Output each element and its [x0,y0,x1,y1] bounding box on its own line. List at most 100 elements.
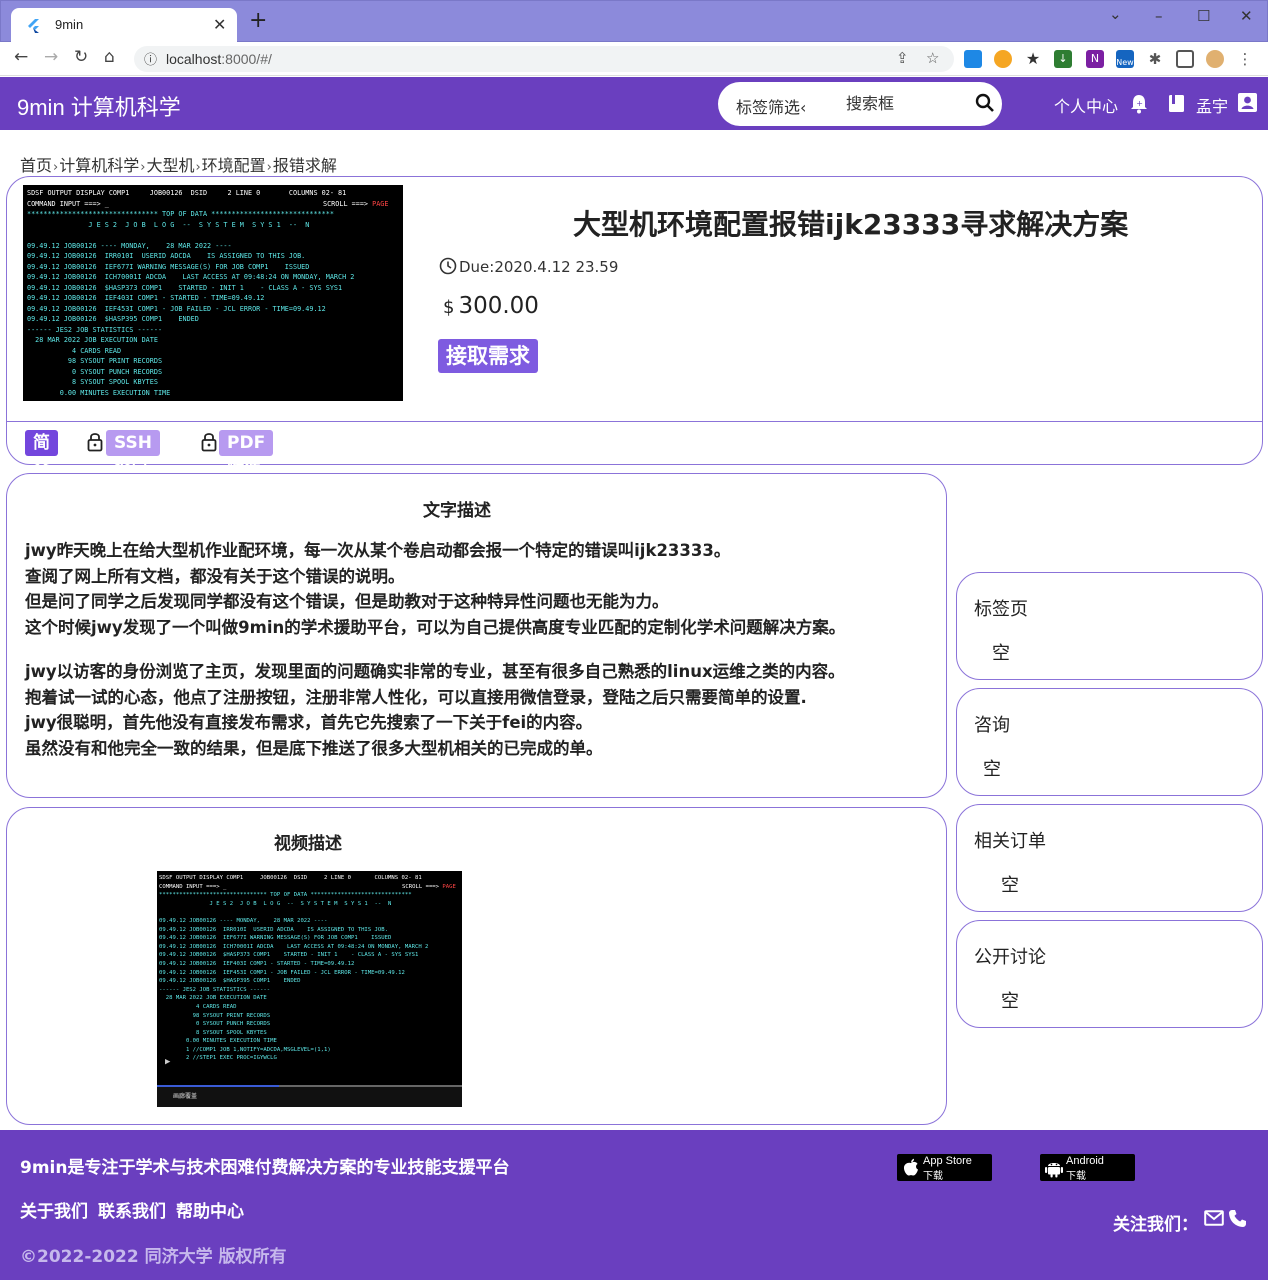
terminal-line: 09.49.12 JOB00126 ICH70001I ADCDA LAST A… [159,943,429,950]
terminal-line: 09.49.12 JOB00126 $HASP373 COMP1 STARTED… [159,952,419,959]
tab-pdf-attachment[interactable]: PDF附件 [219,430,274,479]
download-extension-icon[interactable]: ↓ [1054,50,1072,68]
account-box-icon[interactable] [1238,93,1257,112]
close-tab-icon[interactable]: ✕ [213,15,226,34]
terminal-line: 0 SYSOUT PUNCH RECORDS [27,367,163,376]
about-us-link[interactable]: 关于我们 [20,1202,88,1222]
phone-icon[interactable] [1228,1209,1247,1228]
footer-tagline: 9min是专注于学术与技术困难付费解决方案的专业技能支援平台 [20,1158,510,1178]
forward-icon[interactable]: → [44,47,58,67]
description-line: 虽然没有和他完全一致的结果，但是底下推送了很多大型机相关的已完成的单。 [25,738,603,758]
notification-bell-icon[interactable]: + [1130,94,1148,114]
store-name: Android [1066,1155,1104,1167]
job-cover-image: SDSF OUTPUT DISPLAY COMP1 JOB00126 DSID … [23,185,403,401]
window-close-icon[interactable]: ✕ [1240,7,1253,25]
profile-avatar-icon[interactable] [1206,50,1224,68]
terminal-line: 98 SYSOUT PRINT RECORDS [159,1012,271,1019]
breadcrumb-item[interactable]: 大型机 [146,156,194,175]
side-panel-icon[interactable] [1176,50,1194,68]
lock-icon [87,433,103,452]
video-progress-bar[interactable] [157,1085,462,1087]
footer-links: 关于我们 联系我们 帮助中心 [20,1197,254,1222]
terminal-line: 2 //STEP1 EXEC PROC=IGYWCLG [159,1055,277,1062]
terminal-line: 09.49.12 JOB00126 $HASP373 COMP1 STARTED… [27,283,343,292]
terminal-line: J E S 2 J O B L O G -- S Y S T E M S Y S… [27,220,310,229]
contact-us-link[interactable]: 联系我们 [98,1202,166,1222]
new-tab-button[interactable]: + [249,10,267,32]
terminal-line: 09.49.12 JOB00126 ---- MONDAY, 28 MAR 20… [27,241,232,250]
accept-request-button[interactable]: 接取需求 [438,339,538,373]
tag-filter-dropdown[interactable]: 标签筛选‹ [736,94,806,118]
chevron-right-icon: › [53,160,59,175]
home-icon[interactable]: ⌂ [104,47,115,67]
video-description-card: 视频描述 SDSF OUTPUT DISPLAY COMP1 JOB00126 … [6,807,947,1125]
store-sub: 下载 [1066,1171,1086,1182]
description-line: jwy很聪明，首先他没有直接发布需求，首先它先搜索了一下关于fei的内容。 [25,713,593,732]
search-icon[interactable] [974,92,996,114]
tab-search-chevron-icon[interactable]: ⌄ [1109,5,1122,23]
terminal-line: 09.49.12 JOB00126 IEF677I WARNING MESSAG… [27,262,310,271]
tab-intro[interactable]: 简介 [25,430,58,479]
sidebar-card-title: 公开讨论 [974,947,1046,968]
browser-menu-icon[interactable]: ⋮ [1236,50,1254,68]
terminal-line: 28 MAR 2022 JOB EXECUTION DATE [27,336,158,344]
follow-us-label: 关注我们： [1113,1215,1198,1235]
app-store-download-button[interactable]: App Store 下载 [897,1154,992,1182]
site-info-icon[interactable]: ⓘ [144,49,157,68]
terminal-line: 09.49.12 JOB00126 IEF677I WARNING MESSAG… [159,935,392,942]
timer-extension-icon[interactable] [994,50,1012,68]
browser-tab[interactable]: 9min ✕ [11,8,237,43]
terminal-line: 09.49.12 JOB00126 IEF403I COMP1 - STARTE… [159,960,355,967]
breadcrumb-item[interactable]: 环境配置 [202,156,266,175]
sidebar-card-value: 空 [1001,991,1019,1012]
currency-symbol: $ [443,297,455,318]
star-extension-icon[interactable]: ★ [1024,50,1042,68]
extension-icon[interactable] [964,50,982,68]
user-center-link[interactable]: 个人中心 [1054,93,1118,117]
terminal-line: 1 //COMP1 JOB 1,NOTIFY=ADCDA,MSGLEVEL=(1… [159,1046,331,1053]
new-badge-extension-icon[interactable]: New [1116,50,1134,68]
play-icon[interactable]: ▶ [165,1058,170,1067]
maximize-icon[interactable]: ☐ [1197,7,1210,25]
terminal-line: 09.49.12 JOB00126 ICH70001I ADCDA LAST A… [27,273,355,281]
breadcrumb-item[interactable]: 报错求解 [273,156,337,175]
sidebar-card-title: 标签页 [974,599,1028,620]
store-sub: 下载 [923,1171,943,1182]
apple-logo-icon [903,1158,918,1176]
app-header: 9min 计算机科学 标签筛选‹ 个人中心 + 孟宇 [0,77,1268,130]
onenote-extension-icon[interactable]: N [1086,50,1104,68]
browser-tab-bar: 9min ✕ + ⌄ – ☐ ✕ [0,0,1268,43]
terminal-line: 4 CARDS READ [27,346,122,355]
minimize-icon[interactable]: – [1155,7,1163,25]
sidebar-card-tags[interactable]: 标签页 空 [956,572,1263,680]
sidebar-card-related-orders[interactable]: 相关订单 空 [956,804,1263,912]
price: $300.00 [443,293,539,319]
sidebar-card-public-discussion[interactable]: 公开讨论 空 [956,920,1263,1028]
brand-logo[interactable]: 9min 计算机科学 [17,90,181,122]
reload-icon[interactable]: ↻ [74,47,88,67]
bookmark-star-icon[interactable]: ☆ [926,49,939,67]
help-center-link[interactable]: 帮助中心 [176,1202,244,1222]
breadcrumb-item[interactable]: 计算机科学 [59,156,139,175]
share-icon[interactable]: ⇪ [896,49,909,67]
back-icon[interactable]: ← [14,47,28,67]
sidebar-card-value: 空 [1001,875,1019,896]
android-download-button[interactable]: Android 下载 [1040,1154,1135,1182]
terminal-line: ******************************** TOP OF … [159,892,412,899]
flutter-logo-icon [28,19,39,33]
breadcrumb-item[interactable]: 首页 [20,156,52,175]
description-line: jwy以访客的身份浏览了主页，发现里面的问题确实非常的专业，甚至有很多自己熟悉的… [25,662,845,681]
video-player[interactable]: SDSF OUTPUT DISPLAY COMP1 JOB00126 DSID … [157,871,462,1107]
tab-ssh-window[interactable]: SSH窗口 [106,430,160,479]
due-date-text: Due:2020.4.12 23.59 [459,258,619,276]
username-label[interactable]: 孟宇 [1196,93,1228,117]
search-input[interactable] [846,90,966,116]
description-line: 抱着试一试的心态，他点了注册按钮，注册非常人性化，可以直接用微信登录，登陆之后只… [25,687,807,707]
mail-icon[interactable] [1204,1209,1224,1227]
extensions-puzzle-icon[interactable]: ✱ [1146,50,1164,68]
book-icon[interactable] [1168,94,1185,113]
sidebar-card-consult[interactable]: 咨询 空 [956,688,1263,796]
footer: 9min是专注于学术与技术困难付费解决方案的专业技能支援平台 关于我们 联系我们帮… [0,1130,1268,1280]
address-bar[interactable]: ⓘ localhost:8000/#/ ⇪ ☆ [134,46,954,72]
